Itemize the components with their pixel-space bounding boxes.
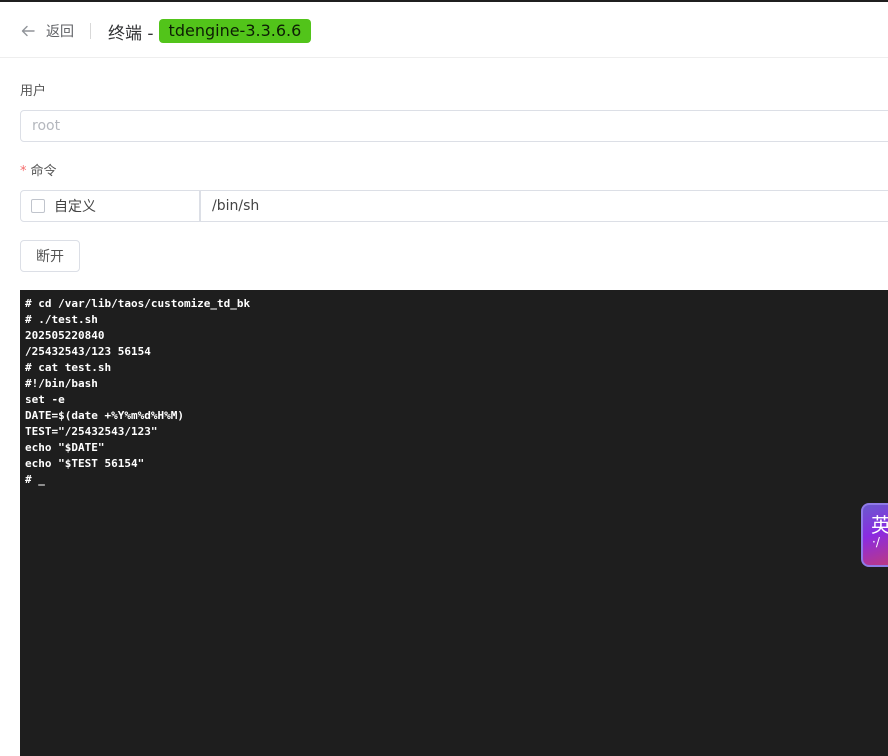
terminal-line: echo "$DATE" (25, 441, 105, 454)
user-label-text: 用户 (20, 84, 47, 99)
back-button[interactable]: 返回 (20, 20, 74, 42)
command-label-text: 命令 (30, 164, 57, 179)
terminal-line: 202505220840 (25, 329, 105, 342)
user-label: 用户 (20, 80, 46, 99)
terminal-line: #!/bin/bash (25, 377, 98, 390)
terminal-line: TEST="/25432543/123" (25, 425, 158, 438)
user-input[interactable]: root (20, 110, 888, 142)
terminal-page: 返回 终端 - tdengine-3.3.6.6 用户 root * 命令 自定义… (0, 0, 888, 756)
page-header: 返回 终端 - tdengine-3.3.6.6 (0, 2, 888, 58)
terminal-line: # _ (25, 473, 45, 486)
terminal-line: # cd /var/lib/taos/customize_td_bk (25, 297, 251, 310)
command-input[interactable]: /bin/sh (200, 190, 888, 222)
terminal-line: # cat test.sh (25, 361, 112, 374)
terminal-line: # ./test.sh (25, 313, 98, 326)
ime-language-toggle[interactable]: 英 ·/ (861, 503, 888, 567)
checkbox-square[interactable] (31, 199, 45, 213)
page-title: 终端 - tdengine-3.3.6.6 (108, 18, 312, 44)
required-mark: * (20, 164, 27, 179)
ime-char: 英 (871, 509, 888, 538)
page-title-text: 终端 - (108, 23, 154, 44)
command-label: * 命令 (20, 160, 57, 179)
header-divider (90, 23, 91, 39)
terminal-line: set -e (25, 393, 65, 406)
terminal-line: DATE=$(date +%Y%m%d%H%M) (25, 409, 184, 422)
ime-decoration: ·/ (872, 535, 880, 549)
version-tag: tdengine-3.3.6.6 (158, 19, 312, 43)
custom-checkbox-label: 自定义 (54, 199, 96, 215)
disconnect-button[interactable]: 断开 (20, 240, 80, 272)
arrow-left-icon (21, 25, 35, 37)
custom-command-checkbox[interactable]: 自定义 (20, 190, 200, 222)
back-label: 返回 (46, 24, 74, 40)
terminal-output[interactable]: # cd /var/lib/taos/customize_td_bk # ./t… (20, 290, 888, 756)
terminal-line: /25432543/123 56154 (25, 345, 151, 358)
terminal-line: echo "$TEST 56154" (25, 457, 145, 470)
